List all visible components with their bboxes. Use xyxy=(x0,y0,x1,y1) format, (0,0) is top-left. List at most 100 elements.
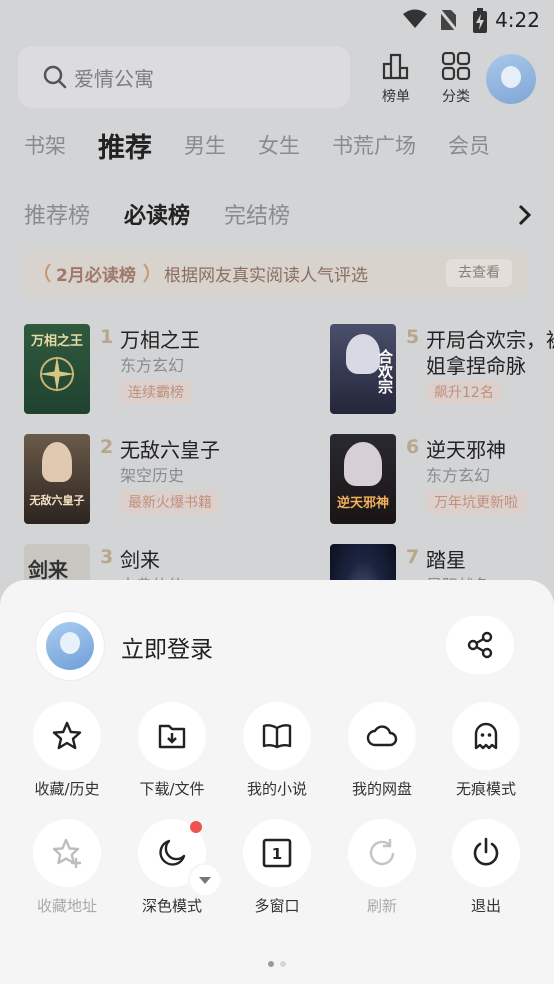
must-read-banner[interactable]: 2月必读榜 根据网友真实阅读人气评选 去查看 xyxy=(24,250,528,296)
subtab-completed[interactable]: 完结榜 xyxy=(224,198,290,230)
rank-number: 5 xyxy=(406,326,420,348)
list-item[interactable]: 合欢宗 5 开局合欢宗，被 姐拿捏命脉 飙升12名 xyxy=(330,324,554,424)
subtab-must-read[interactable]: 必读榜 xyxy=(124,198,190,230)
book-title: 剑来 xyxy=(120,548,160,572)
list-item[interactable]: 无敌六皇子 2 无敌六皇子 架空历史 最新火爆书籍 xyxy=(24,434,284,534)
tab-recommend[interactable]: 推荐 xyxy=(98,126,152,165)
page-dot-active xyxy=(268,961,274,967)
star-plus-icon xyxy=(52,838,81,868)
moon-icon xyxy=(159,839,186,866)
multi-window-button[interactable]: 1 多窗口 xyxy=(225,819,329,916)
favorites-history-button[interactable]: 收藏/历史 xyxy=(15,702,119,799)
rank-number: 3 xyxy=(100,546,114,568)
menu-label: 下载/文件 xyxy=(139,780,205,798)
tab-female[interactable]: 女生 xyxy=(258,130,300,160)
book-title: 无敌六皇子 xyxy=(120,438,220,462)
tab-male[interactable]: 男生 xyxy=(184,130,226,160)
cover-title: 逆天邪神 xyxy=(336,496,389,511)
cover-title: 剑来 xyxy=(28,558,68,582)
page-indicator xyxy=(265,952,289,971)
exit-button[interactable]: 退出 xyxy=(434,819,538,916)
menu-label: 退出 xyxy=(470,897,501,915)
download-files-button[interactable]: 下载/文件 xyxy=(120,702,224,799)
clock: 4:22 xyxy=(495,8,540,32)
my-novels-button[interactable]: 我的小说 xyxy=(225,702,329,799)
login-avatar[interactable] xyxy=(36,612,104,680)
grid-icon xyxy=(441,51,471,81)
dark-mode-button[interactable]: 深色模式 xyxy=(120,819,224,916)
menu-label: 多窗口 xyxy=(254,897,300,915)
book-category: 东方玄幻 xyxy=(120,356,185,375)
category-button[interactable]: 分类 xyxy=(432,51,480,106)
menu-label: 我的网盘 xyxy=(351,780,412,798)
book-title: 踏星 xyxy=(426,548,466,572)
menu-label: 我的小说 xyxy=(246,780,307,798)
book-tag: 飙升12名 xyxy=(426,380,502,404)
book-cover: 逆天邪神 xyxy=(330,434,396,524)
login-button[interactable]: 立即登录 xyxy=(121,630,213,664)
cover-emblem xyxy=(39,356,75,392)
book-tag: 最新火爆书籍 xyxy=(120,490,220,514)
book-category: 架空历史 xyxy=(120,466,185,485)
rank-label: 榜单 xyxy=(382,89,410,105)
list-item[interactable]: 万相之王 1 万相之王 东方玄幻 连续霸榜 xyxy=(24,324,284,424)
wifi-icon xyxy=(403,9,427,28)
window-count: 1 xyxy=(272,845,282,863)
incognito-mode-button[interactable]: 无痕模式 xyxy=(434,702,538,799)
banner-view-button[interactable]: 去查看 xyxy=(446,259,512,287)
cover-title: 万相之王 xyxy=(30,334,83,349)
refresh-icon xyxy=(369,839,395,866)
book-title: 逆天邪神 xyxy=(426,438,506,462)
tab-book-plaza[interactable]: 书荒广场 xyxy=(332,130,416,160)
window-count-icon: 1 xyxy=(262,838,292,868)
tab-member[interactable]: 会员 xyxy=(448,130,490,160)
notification-dot xyxy=(190,821,202,833)
battery-charging-icon xyxy=(473,8,487,33)
bar-chart-icon xyxy=(382,53,409,80)
search-icon xyxy=(43,65,67,89)
rank-button[interactable]: 榜单 xyxy=(372,52,420,106)
rank-number: 1 xyxy=(100,326,114,348)
ghost-icon xyxy=(474,722,498,750)
search-placeholder: 爱情公寓 xyxy=(74,67,154,91)
book-tag: 万年坑更新啦 xyxy=(426,490,526,514)
book-category: 东方玄幻 xyxy=(426,466,491,485)
bookmark-address-button[interactable]: 收藏地址 xyxy=(15,819,119,916)
chevron-right-icon[interactable] xyxy=(516,202,534,228)
banner-title: 2月必读榜 xyxy=(56,266,136,286)
tab-bookshelf[interactable]: 书架 xyxy=(24,130,66,160)
refresh-button[interactable]: 刷新 xyxy=(330,819,434,916)
cloud-icon xyxy=(366,725,398,747)
menu-label: 刷新 xyxy=(366,897,397,915)
share-button[interactable] xyxy=(446,616,514,674)
book-tag: 连续霸榜 xyxy=(120,380,192,404)
star-icon xyxy=(52,721,82,750)
status-bar: 4:22 xyxy=(0,0,554,38)
share-icon xyxy=(467,631,493,659)
rank-number: 6 xyxy=(406,436,420,458)
rank-number: 2 xyxy=(100,436,114,458)
book-cover: 万相之王 xyxy=(24,324,90,414)
menu-label: 收藏/历史 xyxy=(34,780,100,798)
book-cover: 合欢宗 xyxy=(330,324,396,414)
list-item[interactable]: 逆天邪神 6 逆天邪神 东方玄幻 万年坑更新啦 xyxy=(330,434,554,534)
chevron-down-icon[interactable] xyxy=(190,865,220,895)
subtab-recommend-rank[interactable]: 推荐榜 xyxy=(24,198,90,230)
book-title-line2: 姐拿捏命脉 xyxy=(426,354,526,378)
page-dot xyxy=(280,961,286,967)
menu-label: 无痕模式 xyxy=(455,780,516,798)
bottom-menu-sheet: 立即登录 收藏/历史 下载/文件 我的小说 我的网盘 无痕模式 收藏地址 深色模… xyxy=(0,580,554,984)
power-icon xyxy=(473,837,499,866)
cover-title: 合欢宗 xyxy=(376,348,394,394)
download-folder-icon xyxy=(158,724,186,749)
book-cover: 无敌六皇子 xyxy=(24,434,90,524)
laurel-icon xyxy=(45,263,51,283)
menu-label: 深色模式 xyxy=(141,897,202,915)
no-sim-icon xyxy=(438,8,458,32)
avatar[interactable] xyxy=(486,54,536,104)
book-icon xyxy=(262,724,292,749)
my-cloud-drive-button[interactable]: 我的网盘 xyxy=(330,702,434,799)
menu-label: 收藏地址 xyxy=(36,897,97,915)
banner-subtitle: 根据网友真实阅读人气评选 xyxy=(164,266,368,286)
search-bar[interactable]: 爱情公寓 xyxy=(18,46,350,108)
